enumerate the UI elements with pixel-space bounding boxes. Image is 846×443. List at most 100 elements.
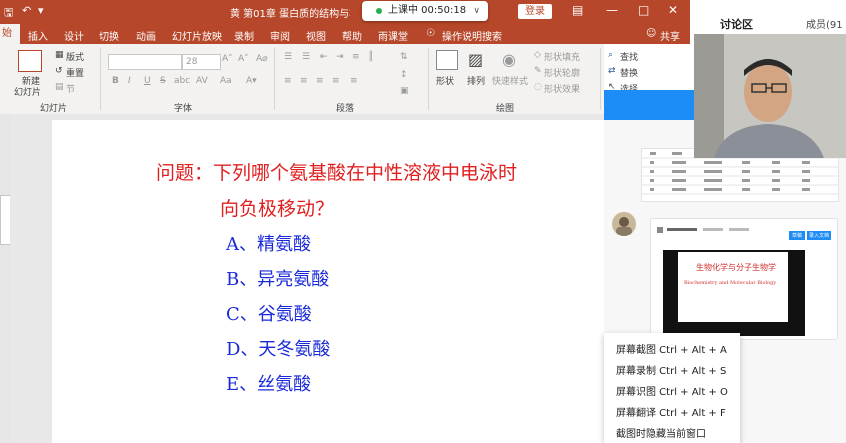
line-spacing-icon[interactable]: ≡ bbox=[352, 52, 360, 62]
presenter-video bbox=[694, 34, 846, 158]
customize-icon[interactable]: ▾ bbox=[38, 4, 44, 17]
align-text-icon[interactable]: ↕ bbox=[400, 70, 408, 80]
undo-icon[interactable]: ↶ bbox=[22, 4, 31, 17]
increase-indent-icon[interactable]: ⇥ bbox=[336, 52, 344, 62]
arrange-button[interactable]: 排列 bbox=[467, 74, 485, 87]
shapes-icon[interactable] bbox=[436, 50, 458, 70]
distributed-icon[interactable]: ≡ bbox=[350, 76, 358, 86]
shape-fill-button[interactable]: 形状填充 bbox=[544, 50, 580, 63]
option-a: A、精氨酸 bbox=[226, 234, 311, 255]
tab-review[interactable]: 审阅 bbox=[270, 28, 290, 43]
screenshot-context-menu: 屏幕截图 Ctrl + Alt + A 屏幕录制 Ctrl + Alt + S … bbox=[604, 333, 740, 443]
group-divider bbox=[274, 48, 275, 110]
menu-item-hide-window[interactable]: 截图时隐藏当前窗口 bbox=[616, 425, 706, 440]
italic-button[interactable]: I bbox=[128, 76, 131, 86]
tab-insert[interactable]: 插入 bbox=[28, 28, 48, 43]
align-center-icon[interactable]: ≡ bbox=[300, 76, 308, 86]
group-label-font: 字体 bbox=[174, 104, 193, 114]
font-family-select[interactable] bbox=[108, 54, 182, 70]
menu-item-screenshot[interactable]: 屏幕截图 Ctrl + Alt + A bbox=[616, 341, 727, 356]
discussion-tab[interactable]: 讨论区 bbox=[720, 16, 753, 32]
replace-icon: ⇄ bbox=[608, 66, 616, 76]
shape-effects-button[interactable]: 形状效果 bbox=[544, 82, 580, 95]
shrink-font-icon[interactable]: A˅ bbox=[238, 54, 249, 64]
sender-avatar[interactable] bbox=[612, 212, 636, 236]
maximize-icon[interactable]: □ bbox=[638, 3, 649, 17]
menu-item-recognize[interactable]: 屏幕识图 Ctrl + Alt + O bbox=[616, 383, 728, 398]
font-color-icon[interactable]: A▾ bbox=[246, 76, 257, 86]
shape-effects-icon: ◌ bbox=[534, 82, 542, 92]
justify-icon[interactable]: ≡ bbox=[332, 76, 340, 86]
option-c: C、谷氨酸 bbox=[226, 304, 312, 325]
draft-button[interactable]: 草稿 bbox=[789, 231, 806, 240]
tab-home[interactable]: 始 bbox=[0, 24, 20, 44]
quick-styles-button[interactable]: 快速样式 bbox=[492, 74, 528, 87]
insert-doc-button[interactable]: 录入文档 bbox=[807, 231, 832, 240]
tab-record[interactable]: 录制 bbox=[234, 28, 254, 43]
strikethrough-button[interactable]: S bbox=[160, 76, 166, 86]
members-tab[interactable]: 成员(91 bbox=[806, 16, 843, 31]
avatar-icon bbox=[616, 217, 632, 236]
share-button[interactable]: 共享 bbox=[660, 28, 680, 43]
change-case-button[interactable]: Aa bbox=[220, 76, 232, 86]
shape-outline-button[interactable]: 形状轮廓 bbox=[544, 66, 580, 79]
tab-slideshow[interactable]: 幻灯片放映 bbox=[172, 28, 222, 43]
new-slide-label-2[interactable]: 幻灯片 bbox=[14, 85, 41, 98]
close-icon[interactable]: ✕ bbox=[668, 3, 678, 17]
text-direction-icon[interactable]: ⇅ bbox=[400, 52, 408, 62]
group-divider bbox=[428, 48, 429, 110]
align-left-icon[interactable]: ≡ bbox=[284, 76, 292, 86]
columns-icon[interactable]: ║ bbox=[368, 52, 373, 62]
arrange-icon[interactable]: ▨ bbox=[468, 50, 483, 69]
tab-rain-classroom[interactable]: 雨课堂 bbox=[378, 28, 408, 43]
document-title: 黄 第01章 蛋白质的结构与功能[兼容 bbox=[230, 9, 350, 20]
slide[interactable]: 问题：下列哪个氨基酸在中性溶液中电泳时 向负极移动？ A、精氨酸 B、异亮氨酸 … bbox=[52, 120, 604, 443]
decrease-indent-icon[interactable]: ⇤ bbox=[320, 52, 328, 62]
layout-button[interactable]: 版式 bbox=[66, 50, 84, 63]
numbering-icon[interactable]: ☰ bbox=[302, 52, 310, 62]
minimize-icon[interactable]: — bbox=[606, 3, 618, 17]
tell-me-search[interactable]: 操作说明搜索 bbox=[442, 28, 502, 43]
replace-button[interactable]: 替换 bbox=[620, 66, 638, 79]
shape-fill-icon: ◇ bbox=[534, 50, 541, 60]
webcam-feed bbox=[694, 34, 846, 158]
new-slide-icon[interactable] bbox=[18, 50, 42, 72]
ribbon-display-icon[interactable]: ▤ bbox=[572, 3, 583, 17]
spacing-button[interactable]: AV bbox=[196, 76, 208, 86]
save-icon[interactable]: 🖫 bbox=[4, 4, 13, 23]
layout-icon: ▦ bbox=[55, 50, 64, 60]
bold-button[interactable]: B bbox=[112, 76, 119, 86]
underline-button[interactable]: U bbox=[144, 76, 151, 86]
menu-item-record[interactable]: 屏幕录制 Ctrl + Alt + S bbox=[616, 362, 726, 377]
tab-help[interactable]: 帮助 bbox=[342, 28, 362, 43]
shadow-button[interactable]: abc bbox=[174, 76, 190, 86]
clear-format-icon[interactable]: A⌀ bbox=[256, 54, 268, 64]
tab-transitions[interactable]: 切换 bbox=[99, 28, 119, 43]
section-button[interactable]: 节 bbox=[66, 82, 75, 95]
reset-button[interactable]: 重置 bbox=[66, 66, 84, 79]
question-line-1: 问题：下列哪个氨基酸在中性溶液中电泳时 bbox=[156, 162, 518, 184]
login-button[interactable]: 登录 bbox=[518, 4, 552, 19]
video-title-cn: 生物化学与分子生物学 bbox=[696, 263, 776, 272]
bullets-icon[interactable]: ☰ bbox=[284, 52, 292, 62]
grow-font-icon[interactable]: A˄ bbox=[222, 54, 233, 64]
find-button[interactable]: 查找 bbox=[620, 50, 638, 63]
option-e: E、丝氨酸 bbox=[226, 374, 312, 395]
font-size-select[interactable]: 28 bbox=[182, 54, 221, 70]
tab-design[interactable]: 设计 bbox=[64, 28, 84, 43]
shape-outline-icon: ✎ bbox=[534, 66, 542, 76]
class-timer[interactable]: 上课中 00:50:18 ∨ bbox=[362, 1, 488, 21]
quick-styles-icon[interactable]: ◉ bbox=[502, 50, 516, 69]
tab-view[interactable]: 视图 bbox=[306, 28, 326, 43]
tab-animations[interactable]: 动画 bbox=[136, 28, 156, 43]
share-icon: ☺ bbox=[646, 28, 657, 39]
reset-icon: ↺ bbox=[55, 66, 63, 76]
thumbnail-pane[interactable] bbox=[0, 114, 10, 443]
smartart-icon[interactable]: ▣ bbox=[400, 86, 409, 96]
align-right-icon[interactable]: ≡ bbox=[316, 76, 324, 86]
group-label-slides: 幻灯片 bbox=[40, 104, 68, 114]
ribbon: 新建 幻灯片 ▦ 版式 ↺ 重置 ▤ 节 幻灯片 28 A˄ A˅ A⌀ B I… bbox=[0, 44, 604, 115]
group-label-paragraph: 段落 bbox=[336, 104, 355, 114]
shapes-button[interactable]: 形状 bbox=[436, 74, 454, 87]
menu-item-translate[interactable]: 屏幕翻译 Ctrl + Alt + F bbox=[616, 404, 726, 419]
